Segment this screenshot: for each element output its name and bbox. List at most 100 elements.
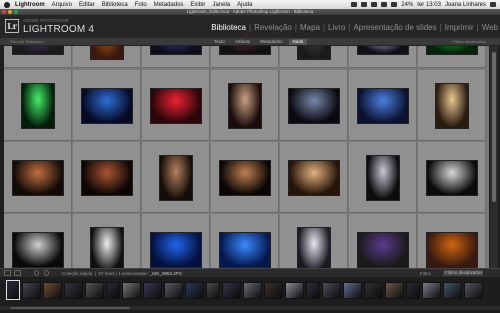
filmstrip-scrollbar[interactable]	[0, 306, 500, 310]
filmstrip-thumbnail[interactable]	[264, 282, 283, 299]
photo-thumbnail[interactable]	[219, 46, 271, 55]
module-livro[interactable]: Livro	[328, 23, 345, 32]
grid-cell[interactable]	[418, 142, 486, 213]
filter-tab-texto[interactable]: Texto	[210, 39, 229, 45]
filmstrip-thumbnail[interactable]	[164, 282, 183, 299]
grid-cell[interactable]	[280, 214, 348, 268]
grid-cell[interactable]	[211, 142, 279, 213]
zoom-window-button[interactable]	[14, 10, 18, 14]
grid-cell[interactable]	[142, 214, 210, 268]
filmstrip-thumbnail[interactable]	[106, 282, 120, 299]
grid-cell[interactable]	[73, 70, 141, 141]
volume-icon[interactable]	[381, 2, 388, 7]
filmstrip-thumbnail[interactable]	[43, 282, 62, 299]
grid-cell[interactable]	[4, 46, 72, 68]
grid-cell[interactable]	[211, 46, 279, 68]
photo-thumbnail[interactable]	[12, 46, 64, 55]
photo-thumbnail[interactable]	[297, 226, 331, 268]
battery-icon[interactable]	[391, 2, 398, 7]
filmstrip-thumbnail[interactable]	[406, 282, 420, 299]
photo-thumbnail[interactable]	[426, 231, 478, 268]
menu-exibir[interactable]: Exibir	[190, 2, 205, 8]
menu-editar[interactable]: Editar	[79, 2, 95, 8]
grid-cell[interactable]	[4, 214, 72, 268]
clock[interactable]: ter 13:03	[417, 2, 441, 8]
photo-thumbnail[interactable]	[435, 82, 469, 129]
filmstrip-thumbnail[interactable]	[243, 282, 262, 299]
photo-thumbnail[interactable]	[288, 159, 340, 196]
filmstrip-thumbnail[interactable]	[422, 282, 441, 299]
filmstrip-thumbnail[interactable]	[443, 282, 462, 299]
filter-preset[interactable]: Filtros desativados	[453, 39, 486, 44]
photo-thumbnail[interactable]	[90, 46, 124, 60]
grid-cell[interactable]	[73, 46, 141, 68]
module-web[interactable]: Web	[482, 23, 498, 32]
filmstrip-thumbnail[interactable]	[364, 282, 383, 299]
grid-cell[interactable]	[211, 70, 279, 141]
prev-arrow-icon[interactable]	[34, 270, 39, 276]
filmstrip-thumbnail[interactable]	[85, 282, 104, 299]
module-revelacao[interactable]: Revelação	[254, 23, 292, 32]
grid-cell[interactable]	[418, 46, 486, 68]
grid-cell[interactable]	[280, 46, 348, 68]
grid-view-button[interactable]	[4, 270, 11, 276]
grid-scroll-thumb[interactable]	[492, 52, 496, 202]
module-apresentacao[interactable]: Apresentação de slides	[353, 23, 436, 32]
user-name[interactable]: Joana Linhares	[445, 2, 486, 8]
menu-ajuda[interactable]: Ajuda	[237, 2, 252, 8]
grid-cell[interactable]	[280, 70, 348, 141]
next-arrow-icon[interactable]	[44, 270, 49, 276]
filmstrip-thumbnail[interactable]	[385, 282, 404, 299]
grid-scrollbar[interactable]	[490, 46, 498, 268]
filmstrip-thumbnail[interactable]	[464, 282, 483, 299]
photo-thumbnail[interactable]	[150, 87, 202, 124]
photo-thumbnail[interactable]	[357, 87, 409, 124]
filter-tab-metadados[interactable]: Metadados	[256, 39, 286, 45]
filmstrip-thumbnail[interactable]	[122, 282, 141, 299]
grid-cell[interactable]	[4, 142, 72, 213]
menu-arquivo[interactable]: Arquivo	[52, 2, 72, 8]
close-window-button[interactable]	[2, 10, 6, 14]
grid-cell[interactable]	[349, 142, 417, 213]
module-imprimir[interactable]: Imprimir	[445, 23, 474, 32]
menu-biblioteca[interactable]: Biblioteca	[102, 2, 128, 8]
filter-tab-nada[interactable]: Nada	[288, 39, 308, 45]
grid-cell[interactable]	[280, 142, 348, 213]
photo-thumbnail[interactable]	[228, 82, 262, 129]
filter-dropdown[interactable]: Filtros desativados	[443, 270, 483, 276]
photo-thumbnail[interactable]	[357, 46, 409, 55]
photo-thumbnail[interactable]	[150, 46, 202, 55]
photo-thumbnail[interactable]	[12, 231, 64, 268]
photo-thumbnail[interactable]	[21, 82, 55, 129]
menu-janela[interactable]: Janela	[212, 2, 230, 8]
filmstrip-thumbnail[interactable]	[306, 282, 320, 299]
module-biblioteca[interactable]: Biblioteca	[211, 23, 246, 32]
filmstrip-thumbnail[interactable]	[6, 280, 20, 300]
menu-app[interactable]: Lightroom	[15, 2, 45, 8]
filmstrip-thumbnail[interactable]	[22, 282, 41, 299]
grid-cell[interactable]	[4, 70, 72, 141]
filmstrip-thumbnail[interactable]	[285, 282, 304, 299]
filmstrip-thumbnail[interactable]	[222, 282, 241, 299]
photo-thumbnail[interactable]	[219, 231, 271, 268]
grid-cell[interactable]	[73, 142, 141, 213]
filmstrip-thumbnail[interactable]	[206, 282, 220, 299]
breadcrumb-collection[interactable]: Coleção rápida	[62, 271, 92, 276]
apple-icon[interactable]	[4, 1, 10, 8]
filmstrip-thumbnail[interactable]	[143, 282, 162, 299]
photo-thumbnail[interactable]	[90, 226, 124, 268]
filmstrip-thumbnail[interactable]	[185, 282, 204, 299]
photo-thumbnail[interactable]	[219, 159, 271, 196]
photo-thumbnail[interactable]	[81, 159, 133, 196]
breadcrumb[interactable]: Coleção rápida | 67 fotos / 1 selecionad…	[62, 271, 182, 276]
grid-cell[interactable]	[349, 70, 417, 141]
filmstrip-thumbnail[interactable]	[343, 282, 362, 299]
dropbox-icon[interactable]	[351, 2, 358, 7]
minimize-window-button[interactable]	[8, 10, 12, 14]
filmstrip-thumbnail[interactable]	[64, 282, 83, 299]
photo-thumbnail[interactable]	[12, 159, 64, 196]
filmstrip-thumbnail[interactable]	[322, 282, 341, 299]
photo-thumbnail[interactable]	[366, 154, 400, 201]
grid-cell[interactable]	[142, 46, 210, 68]
grid-cell[interactable]	[418, 70, 486, 141]
